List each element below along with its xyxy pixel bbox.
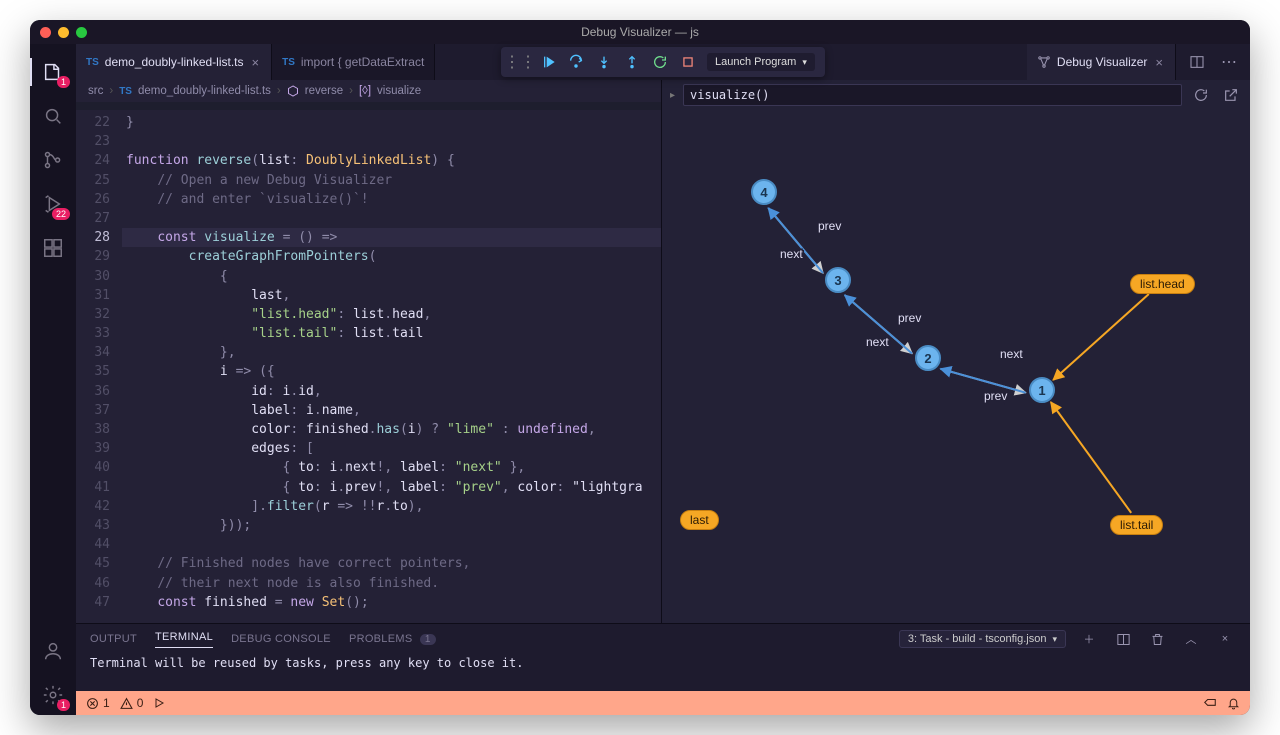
activity-debug[interactable]: 22 xyxy=(30,184,76,224)
close-icon[interactable]: × xyxy=(250,55,262,70)
chevron-down-icon: ▾ xyxy=(802,57,807,68)
svg-text:prev: prev xyxy=(984,389,1007,403)
split-terminal-icon[interactable] xyxy=(1112,628,1134,650)
popout-icon[interactable] xyxy=(1220,84,1242,106)
panel-tab-problems[interactable]: PROBLEMS 1 xyxy=(349,633,436,645)
activity-scm[interactable] xyxy=(30,140,76,180)
chevron-up-icon[interactable]: ︿ xyxy=(1180,628,1202,650)
crumb-root: src xyxy=(88,85,103,97)
debug-config-label: Launch Program xyxy=(715,56,796,68)
continue-icon[interactable] xyxy=(535,49,561,75)
visualizer-panel: prev next prev next prev next 4 3 2 1 last list.he… xyxy=(661,110,1250,623)
tabs-row: TS demo_doubly-linked-list.ts × TS impor… xyxy=(76,44,1250,80)
refresh-icon[interactable] xyxy=(1190,84,1212,106)
svg-text:prev: prev xyxy=(898,311,921,325)
status-feedback-icon[interactable] xyxy=(1203,696,1217,710)
debug-toolbar: ⋮⋮ xyxy=(501,47,825,77)
svg-text:prev: prev xyxy=(818,219,841,233)
new-terminal-icon[interactable]: ＋ xyxy=(1078,628,1100,650)
chevron-down-icon: ▾ xyxy=(1052,634,1057,645)
graph-node[interactable]: 2 xyxy=(915,345,941,371)
status-run-icon[interactable] xyxy=(153,697,165,709)
window-title: Debug Visualizer — js xyxy=(30,25,1250,39)
activity-bar: 1 22 1 xyxy=(30,44,76,715)
activity-account[interactable] xyxy=(30,631,76,671)
terminal-output: Terminal will be reused by tasks, press … xyxy=(76,654,1250,691)
graph-pointer[interactable]: list.head xyxy=(1130,274,1195,294)
panel-tab-terminal[interactable]: TERMINAL xyxy=(155,631,213,648)
graph-node[interactable]: 4 xyxy=(751,179,777,205)
symbol-variable-icon: [◊] xyxy=(359,85,371,97)
activity-search[interactable] xyxy=(30,96,76,136)
drag-handle-icon[interactable]: ⋮⋮ xyxy=(507,49,533,75)
window-zoom-icon[interactable] xyxy=(76,27,87,38)
problems-count-badge: 1 xyxy=(420,634,436,645)
graph-node[interactable]: 1 xyxy=(1029,377,1055,403)
ts-lang-icon: TS xyxy=(119,86,132,97)
step-over-icon[interactable] xyxy=(563,49,589,75)
status-warnings[interactable]: 0 xyxy=(120,696,144,710)
graph-node[interactable]: 3 xyxy=(825,267,851,293)
status-bar: 1 0 xyxy=(76,691,1250,715)
activity-settings[interactable]: 1 xyxy=(30,675,76,715)
tab-label: demo_doubly-linked-list.ts xyxy=(105,55,244,69)
panel-tab-output[interactable]: OUTPUT xyxy=(90,633,137,645)
line-gutter: 2223242526272829303132333435363738394041… xyxy=(76,110,122,623)
status-errors[interactable]: 1 xyxy=(86,696,110,710)
graph-pointer[interactable]: last xyxy=(680,510,719,530)
window-close-icon[interactable] xyxy=(40,27,51,38)
status-bell-icon[interactable] xyxy=(1227,697,1240,710)
explorer-badge: 1 xyxy=(57,76,70,88)
activity-extensions[interactable] xyxy=(30,228,76,268)
svg-text:next: next xyxy=(1000,347,1023,361)
step-into-icon[interactable] xyxy=(591,49,617,75)
tab-file-current[interactable]: TS demo_doubly-linked-list.ts × xyxy=(76,44,272,80)
svg-text:next: next xyxy=(866,335,889,349)
chevron-right-icon[interactable]: ▸ xyxy=(670,90,675,101)
terminal-select[interactable]: 3: Task - build - tsconfig.json ▾ xyxy=(899,630,1066,648)
debug-config-select[interactable]: Launch Program ▾ xyxy=(707,53,815,71)
settings-badge: 1 xyxy=(57,699,70,711)
tab-file-other[interactable]: TS import { getDataExtract xyxy=(272,44,435,80)
debug-badge: 22 xyxy=(52,208,70,220)
visualizer-icon xyxy=(1037,55,1051,69)
visualizer-canvas[interactable]: prev next prev next prev next 4 3 2 1 last list.he… xyxy=(662,110,1250,623)
code-content: }function reverse(list: DoublyLinkedList… xyxy=(122,110,661,623)
bottom-panel: OUTPUT TERMINAL DEBUG CONSOLE PROBLEMS 1… xyxy=(76,623,1250,691)
step-out-icon[interactable] xyxy=(619,49,645,75)
close-icon[interactable]: × xyxy=(1153,55,1165,70)
graph-pointer[interactable]: list.tail xyxy=(1110,515,1163,535)
ts-lang-icon: TS xyxy=(86,57,99,68)
crumb-fn: reverse xyxy=(305,85,343,97)
svg-text:next: next xyxy=(780,247,803,261)
trash-icon[interactable] xyxy=(1146,628,1168,650)
breadcrumb[interactable]: src › TS demo_doubly-linked-list.ts › re… xyxy=(76,80,661,102)
code-editor[interactable]: 2223242526272829303132333435363738394041… xyxy=(76,110,661,623)
tab-label: import { getDataExtract xyxy=(301,55,424,69)
titlebar: Debug Visualizer — js xyxy=(30,20,1250,44)
split-editor-icon[interactable] xyxy=(1186,51,1208,73)
restart-icon[interactable] xyxy=(647,49,673,75)
symbol-method-icon xyxy=(287,85,299,97)
vscode-window: Debug Visualizer — js 1 22 xyxy=(30,20,1250,715)
stop-icon[interactable] xyxy=(675,49,701,75)
window-minimize-icon[interactable] xyxy=(58,27,69,38)
tab-debug-visualizer[interactable]: Debug Visualizer × xyxy=(1027,44,1176,80)
activity-explorer[interactable]: 1 xyxy=(30,52,76,92)
crumb-inner: visualize xyxy=(377,85,421,97)
ts-lang-icon: TS xyxy=(282,57,295,68)
visualizer-expression-input[interactable] xyxy=(683,84,1182,106)
panel-tab-debug-console[interactable]: DEBUG CONSOLE xyxy=(231,633,331,645)
more-icon[interactable]: ⋯ xyxy=(1218,51,1240,73)
tab-label: Debug Visualizer xyxy=(1057,55,1148,69)
crumb-file: demo_doubly-linked-list.ts xyxy=(138,85,271,97)
close-icon[interactable]: × xyxy=(1214,628,1236,650)
